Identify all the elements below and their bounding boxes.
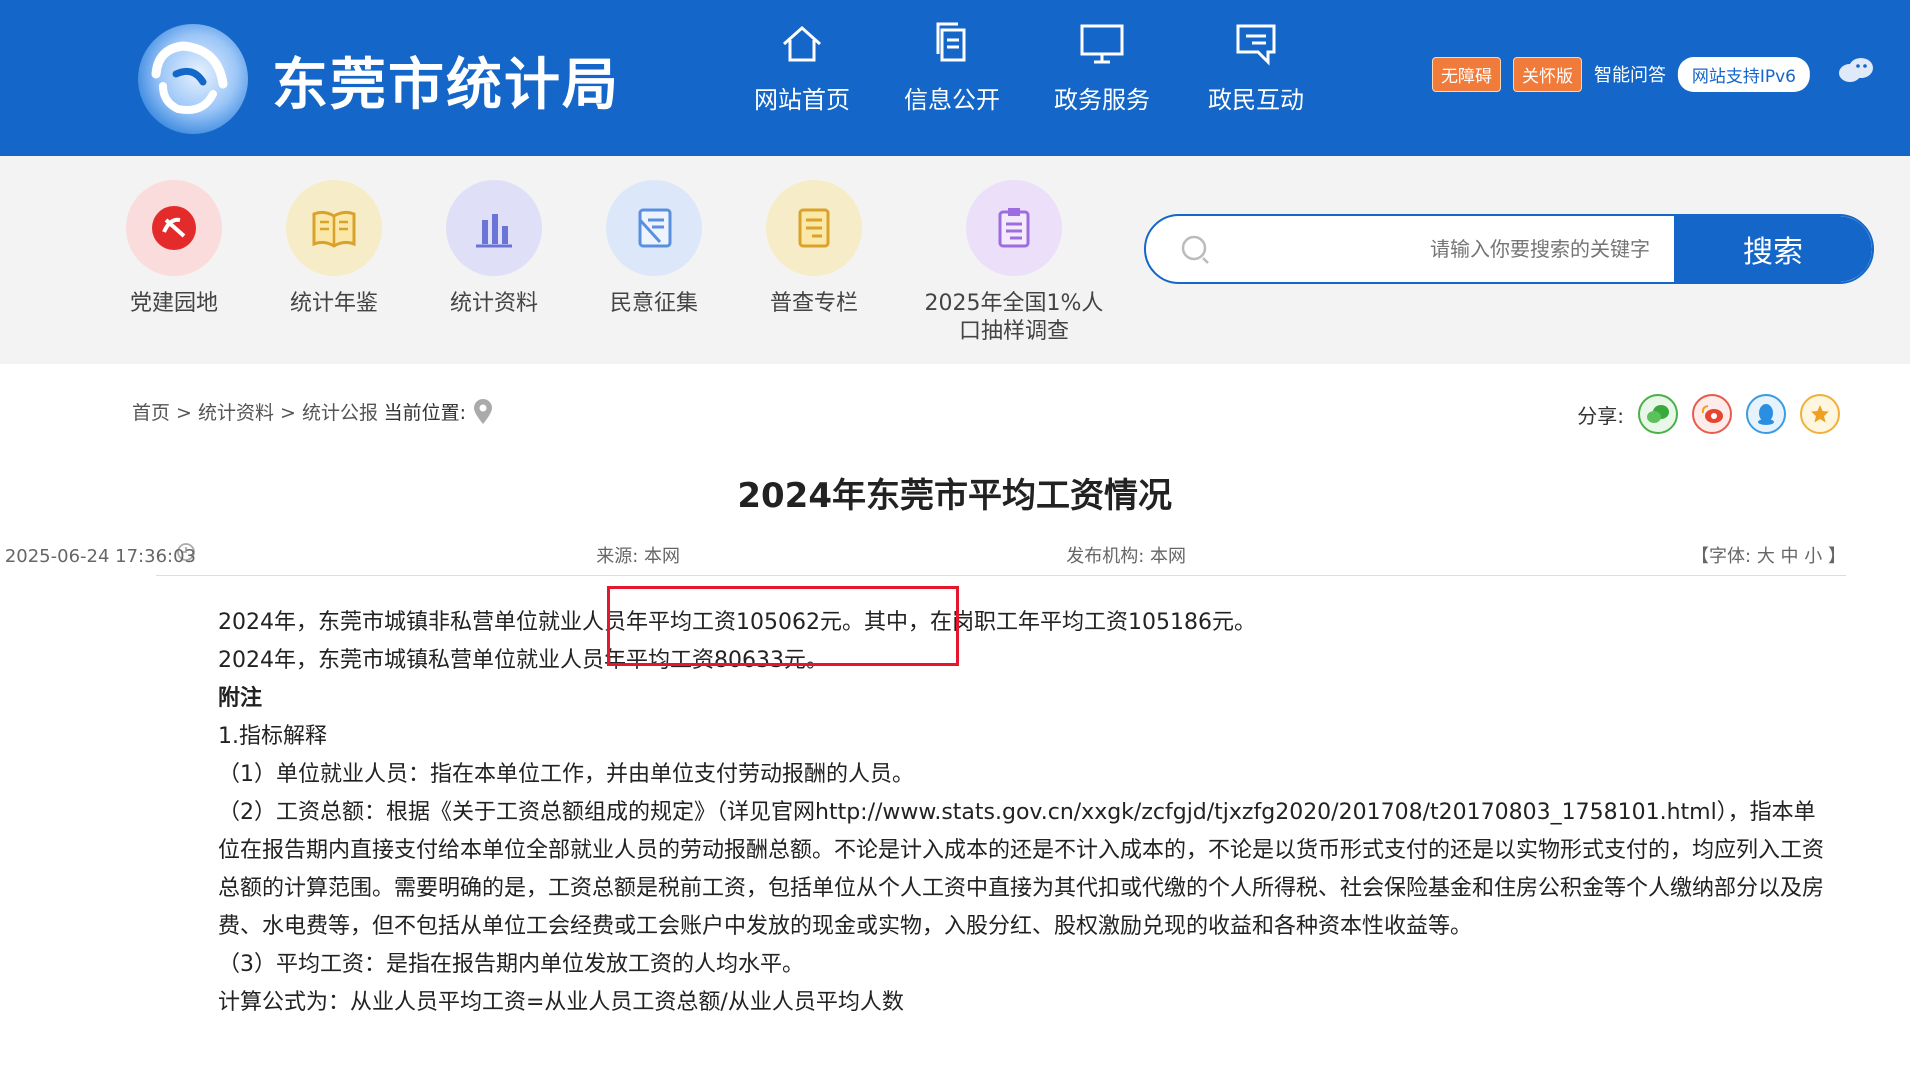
weibo-icon [1701,405,1723,423]
edit-icon [638,208,672,248]
location-pin-icon [474,398,493,424]
home-icon [783,25,821,62]
search-button-label: 搜索 [1743,235,1803,270]
wechat-share-button[interactable] [1638,394,1678,434]
paragraph-2: 2024年，东莞市城镇私营单位就业人员年平均工资80633元。 [218,648,828,673]
page-root: 东莞市统计局 网站首页 信息公开 政务服务 政民互动 网站支持IPv6 智能问答… [0,0,1910,1080]
quick-item-population-survey-circle [966,180,1062,276]
article-meta: 2025-06-24 17:36:03 来源: 本网 发布机构: 本网 【字体:… [5,538,1846,576]
nav-info-public-label: 信息公开 [904,86,1000,114]
quick-nav: 党建园地 统计年鉴 统计资料 民意征集 普查专栏 2025年全国1%人口抽样调查… [0,156,1910,364]
quick-item-population-survey[interactable]: 2025年全国1%人口抽样调查 [924,180,1104,346]
quick-item-census[interactable]: 普查专栏 [724,180,904,318]
note-5: 计算公式为：从业人员平均工资=从业人员工资总额/从业人员平均人数 [218,990,904,1015]
barrier-free-button[interactable]: 无障碍 [1431,56,1501,92]
quick-item-party[interactable]: 党建园地 [84,180,264,318]
bar-chart-icon [476,214,512,248]
nav-home-label: 网站首页 [754,86,850,114]
wechat-icon[interactable] [1838,56,1874,84]
qq-share-button[interactable] [1746,394,1786,434]
search-input[interactable] [1222,228,1652,270]
meta-source: 来源: 本网 [596,546,680,567]
site-title: 东莞市统计局 [272,52,620,118]
quick-item-party-circle [126,180,222,276]
document-icon [936,22,966,62]
font-size-control[interactable]: 【字体: 大 中 小 】 [1691,542,1846,568]
note-3: （2）工资总额：根据《关于工资总额组成的规定》（详见官网http://www.s… [218,800,1825,939]
meta-date-text: 2025-06-24 17:36:03 [4,546,196,567]
monitor-icon [1080,24,1124,64]
meta-publisher: 发布机构: 本网 [1066,546,1186,567]
quick-item-materials-circle [446,180,542,276]
quick-item-materials-label: 统计资料 [450,291,539,316]
article-body: 2024年，东莞市城镇非私营单位就业人员年平均工资105062元。其中，在岗职工… [164,604,1824,1022]
ipv6-badge: 网站支持IPv6 [1677,56,1810,92]
scroll-icon [798,208,830,248]
star-icon [1811,405,1829,423]
share-label: 分享: [1577,403,1624,428]
care-edition-button[interactable]: 关怀版 [1512,56,1582,92]
search-icon[interactable] [1176,232,1212,268]
smart-qa-link[interactable]: 智能问答 [1594,61,1666,87]
quick-item-opinion-label: 民意征集 [610,291,699,316]
nav-home[interactable]: 网站首页 [742,20,862,115]
quick-item-opinion-circle [606,180,702,276]
chat-icon [1236,24,1276,66]
note-title: 附注 [218,686,263,711]
logo-swirl-icon [151,41,228,114]
nav-interaction-label: 政民互动 [1208,86,1304,114]
quick-item-yearbook-label: 统计年鉴 [290,291,379,316]
breadcrumb-path[interactable]: 首页 > 统计资料 > 统计公报 [132,398,378,425]
quick-item-opinion[interactable]: 民意征集 [564,180,744,318]
book-icon [312,210,356,248]
breadcrumb: 当前位置: 首页 > 统计资料 > 统计公报 [132,398,532,425]
favorite-button[interactable] [1800,394,1840,434]
site-logo[interactable] [138,24,248,134]
article-title-text: 2024年东莞市平均工资情况 [737,476,1173,516]
nav-gov-service[interactable]: 政务服务 [1042,20,1162,115]
note-1: 1.指标解释 [218,724,327,749]
party-emblem-icon [152,206,196,250]
highlight-annotation-box [607,586,959,666]
quick-item-yearbook[interactable]: 统计年鉴 [244,180,424,318]
clipboard-icon [998,208,1030,248]
quick-item-population-survey-label: 2025年全国1%人口抽样调查 [924,291,1104,344]
article-title: 2024年东莞市平均工资情况 [0,468,1910,517]
utility-bar: 网站支持IPv6 智能问答 关怀版 无障碍 [1431,56,1810,92]
wechat-share-icon [1647,405,1669,423]
quick-item-materials[interactable]: 统计资料 [404,180,584,318]
site-header: 东莞市统计局 网站首页 信息公开 政务服务 政民互动 网站支持IPv6 智能问答… [0,0,1910,156]
note-4: （3）平均工资：是指在报告期内单位发放工资的人均水平。 [218,952,804,977]
nav-info-public[interactable]: 信息公开 [892,20,1012,115]
qq-icon [1758,404,1774,425]
breadcrumb-prefix: 当前位置: [384,402,467,424]
quick-item-census-label: 普查专栏 [770,291,859,316]
share-bar: 分享: [1577,394,1840,434]
search-box: 搜索 [1144,214,1874,284]
paragraph-1: 2024年，东莞市城镇非私营单位就业人员年平均工资105062元。其中，在岗职工… [218,610,1256,635]
meta-date: 2025-06-24 17:36:03 [5,542,196,567]
nav-gov-service-label: 政务服务 [1054,86,1150,114]
search-button[interactable]: 搜索 [1674,216,1872,282]
quick-item-party-label: 党建园地 [130,291,219,316]
weibo-share-button[interactable] [1692,394,1732,434]
nav-interaction[interactable]: 政民互动 [1196,20,1316,115]
note-2: （1）单位就业人员：指在本单位工作，并由单位支付劳动报酬的人员。 [218,762,914,787]
quick-item-yearbook-circle [286,180,382,276]
quick-item-census-circle [766,180,862,276]
